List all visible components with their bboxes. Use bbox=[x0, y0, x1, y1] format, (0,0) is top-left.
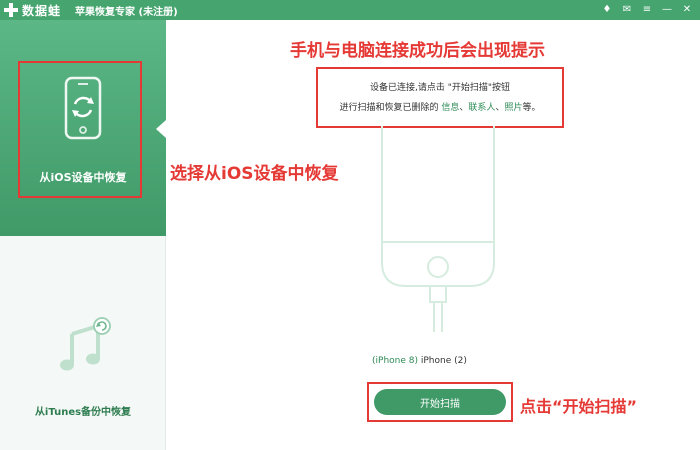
start-scan-button[interactable]: 开始扫描 bbox=[374, 389, 506, 415]
prompt-suffix: 等。 bbox=[522, 103, 541, 113]
sidebar-item-itunes-recovery[interactable]: 从iTunes备份中恢复 bbox=[0, 236, 166, 450]
annotation-top: 手机与电脑连接成功后会出现提示 bbox=[290, 41, 545, 61]
link-photos[interactable]: 照片 bbox=[504, 103, 522, 113]
phone-illustration bbox=[381, 126, 495, 332]
device-name: iPhone (2) bbox=[420, 356, 467, 366]
link-messages[interactable]: 信息 bbox=[441, 103, 459, 113]
diamond-icon[interactable]: ♦ bbox=[600, 3, 614, 17]
logo-cross-icon bbox=[4, 3, 18, 17]
prompt-line-2: 进行扫描和恢复已删除的 信息、联系人、照片等。 bbox=[318, 100, 562, 113]
mail-icon[interactable]: ✉ bbox=[620, 3, 634, 17]
device-model: (iPhone 8) bbox=[372, 356, 418, 366]
title-bar: 数据蛙 苹果恢复专家 (未注册) ♦ ✉ ≡ — ✕ bbox=[0, 0, 700, 20]
annotation-ios: 选择从iOS设备中恢复 bbox=[170, 164, 339, 184]
app-logo: 数据蛙 bbox=[4, 2, 61, 19]
window-title: 苹果恢复专家 (未注册) bbox=[75, 6, 178, 18]
logo-text: 数据蛙 bbox=[22, 3, 62, 18]
prompt-prefix: 进行扫描和恢复已删除的 bbox=[339, 103, 439, 113]
link-contacts[interactable]: 联系人 bbox=[468, 103, 495, 113]
sidebar-item-label: 从iTunes备份中恢复 bbox=[34, 407, 132, 418]
device-label: (iPhone 8) iPhone (2) bbox=[372, 356, 488, 366]
minimize-icon[interactable]: — bbox=[660, 3, 674, 17]
annotation-scan: 点击“开始扫描” bbox=[520, 397, 638, 416]
window-controls: ♦ ✉ ≡ — ✕ bbox=[600, 0, 694, 20]
active-pointer bbox=[156, 120, 166, 138]
annotation-box-prompt bbox=[316, 67, 564, 128]
annotation-box-ios bbox=[18, 61, 142, 198]
music-note-icon bbox=[60, 317, 111, 371]
prompt-line-1: 设备已连接,请点击 "开始扫描"按钮 bbox=[369, 83, 510, 93]
close-icon[interactable]: ✕ bbox=[680, 3, 694, 17]
menu-icon[interactable]: ≡ bbox=[640, 3, 654, 17]
